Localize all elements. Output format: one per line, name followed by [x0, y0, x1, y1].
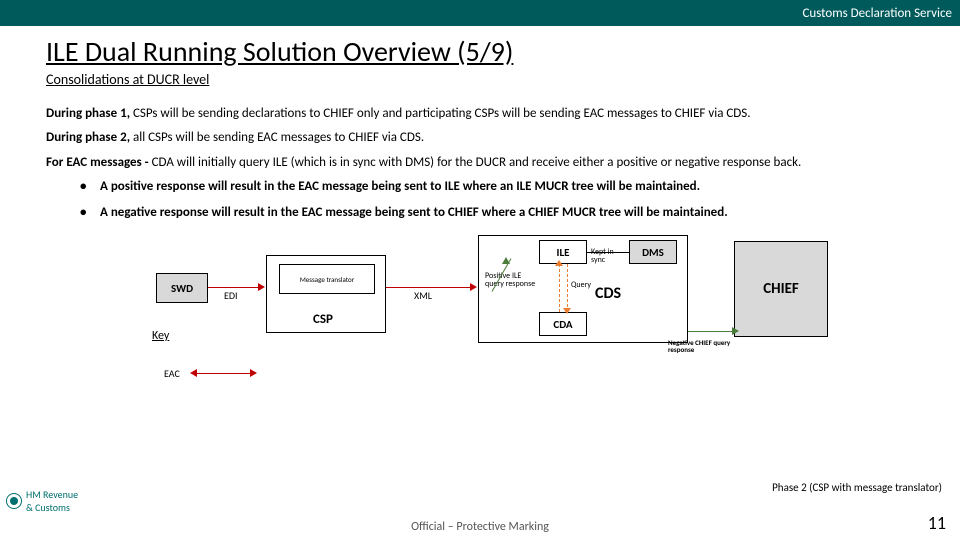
logo-line1: HM Revenue: [26, 488, 78, 501]
p1-prefix: During phase 1,: [46, 106, 130, 121]
page-content: ILE Dual Running Solution Overview (5/9)…: [0, 26, 960, 395]
label-neg-resp: Negative CHIEF query response: [668, 339, 746, 353]
logo-line2: & Customs: [26, 501, 70, 514]
flow-diagram: SWD EDI Message translator CSP XML ILE D…: [46, 235, 950, 395]
box-ile: ILE: [539, 240, 587, 264]
label-key: Key: [152, 329, 169, 343]
key-arrowhead-l: [190, 369, 197, 377]
page-subtitle: Consolidations at DUCR level: [46, 71, 950, 88]
service-name: Customs Declaration Service: [802, 6, 952, 21]
crest-icon: [6, 493, 22, 509]
para-phase2: During phase 2, all CSPs will be sending…: [46, 130, 950, 146]
p1-rest: CSPs will be sending declarations to CHI…: [130, 106, 751, 121]
p3-rest: CDA will initially query ILE (which is i…: [149, 155, 802, 170]
bullet-negative: A negative response will result in the E…: [80, 205, 950, 221]
protective-marking: Official – Protective Marking: [0, 520, 960, 534]
label-cds: CDS: [595, 284, 621, 303]
arrowhead-swd-edi: [258, 283, 265, 291]
label-edi: EDI: [224, 289, 238, 302]
arrow-green-neg: [688, 331, 732, 332]
dash-query-up: [559, 264, 560, 312]
label-eac: EAC: [164, 367, 180, 380]
arrow-csp-xml: [386, 287, 470, 288]
arrowhead-csp-xml: [470, 283, 477, 291]
key-arrowhead-r: [250, 369, 257, 377]
arrow-swd-edi: [208, 287, 258, 288]
key-arrow-line: [196, 373, 250, 374]
box-chief: CHIEF: [734, 241, 828, 337]
page-number: 11: [928, 512, 946, 534]
phase-note: Phase 2 (CSP with message translator): [772, 481, 942, 494]
line-sync: [587, 252, 629, 253]
box-dms: DMS: [629, 240, 677, 264]
dash-query-down: [567, 264, 568, 312]
logo-text: HM Revenue & Customs: [26, 488, 78, 514]
bullet-positive: A positive response will result in the E…: [80, 179, 950, 195]
p2-rest: all CSPs will be sending EAC messages to…: [130, 130, 424, 145]
box-cda: CDA: [539, 312, 587, 336]
page-title: ILE Dual Running Solution Overview (5/9): [46, 34, 950, 69]
box-msg-translator: Message translator: [279, 264, 375, 294]
arrowhead-query-down: [563, 308, 571, 314]
top-bar: Customs Declaration Service: [0, 0, 960, 26]
arrowhead-green-neg: [732, 327, 739, 335]
hmrc-logo: HM Revenue & Customs: [6, 488, 96, 514]
p2-prefix: During phase 2,: [46, 130, 130, 145]
box-csp: Message translator CSP: [266, 255, 386, 333]
p3-prefix: For EAC messages -: [46, 155, 149, 170]
label-xml: XML: [414, 289, 432, 302]
body-text: During phase 1, CSPs will be sending dec…: [46, 106, 950, 221]
label-query: Query: [571, 280, 591, 290]
box-cds: ILE DMS Kept in sync CDS CDA Query Posit…: [478, 235, 688, 343]
label-csp: CSP: [313, 312, 333, 327]
para-phase1: During phase 1, CSPs will be sending dec…: [46, 106, 950, 122]
label-kept-in-sync: Kept in sync: [591, 248, 627, 264]
box-swd: SWD: [156, 273, 208, 303]
para-eac: For EAC messages - CDA will initially qu…: [46, 155, 950, 171]
bullet-list: A positive response will result in the E…: [80, 179, 950, 222]
arrowhead-green-pos: [502, 257, 510, 264]
arrowhead-query-up: [555, 260, 563, 266]
label-pos-resp: Positive ILE query response: [485, 272, 537, 288]
